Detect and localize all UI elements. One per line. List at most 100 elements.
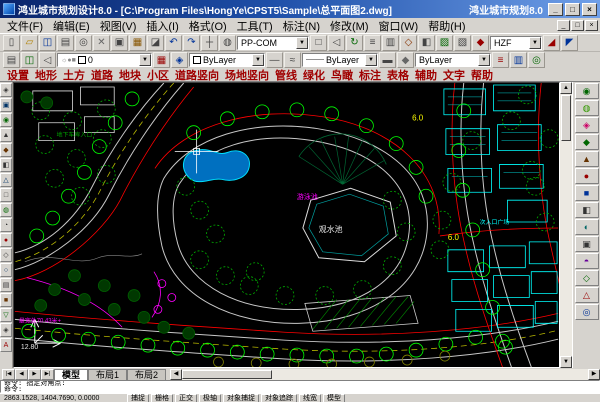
menu-item-4[interactable]: 格式(O) [184, 17, 232, 35]
hy-point-icon[interactable]: ● [0, 233, 12, 247]
palette-quarter-icon[interactable]: ◓ [575, 253, 599, 269]
chevron-down-icon[interactable]: ▼ [252, 54, 264, 66]
hy-north-icon[interactable]: ▲ [0, 128, 12, 142]
undo-icon[interactable]: ↶ [165, 35, 182, 51]
new-icon[interactable]: ▯ [3, 35, 20, 51]
hy-tri-icon[interactable]: ▽ [0, 308, 12, 322]
measure-icon[interactable]: ◧ [418, 35, 435, 51]
chevron-down-icon[interactable]: ▼ [139, 54, 151, 66]
chevron-down-icon[interactable]: ▼ [478, 54, 490, 66]
status-toggle-4[interactable]: 对象捕捉 [223, 394, 259, 402]
scroll-up-icon[interactable]: ▲ [560, 82, 572, 94]
command-window[interactable]: 命令: 指定对角点:命令: [0, 380, 600, 393]
menu-item-5[interactable]: 工具(T) [232, 17, 278, 35]
layer-previous-icon[interactable]: ◁ [39, 52, 56, 68]
menu-item-0[interactable]: 文件(F) [2, 17, 48, 35]
pan-icon[interactable]: ┼ [201, 35, 218, 51]
palette-dot-icon[interactable]: ● [575, 168, 599, 184]
point-style-icon[interactable]: ◆ [472, 35, 489, 51]
layer-combo[interactable]: ☼●■ 0 ▼ [57, 53, 152, 67]
palette-diamond-icon[interactable]: ◇ [575, 270, 599, 286]
hongye-menu-item-13[interactable]: 辅助 [412, 68, 440, 82]
tab-nav-button-0[interactable]: |◀ [2, 369, 15, 380]
hy-circle-icon[interactable]: ◍ [0, 203, 12, 217]
scroll-left-icon[interactable]: ◀ [170, 369, 182, 380]
menu-item-6[interactable]: 标注(N) [278, 17, 325, 35]
print-preview-icon[interactable]: ◎ [75, 35, 92, 51]
hy-arc-icon[interactable]: ◔ [0, 218, 12, 232]
hongye-tool-2-icon[interactable]: ◤ [561, 35, 578, 51]
hy-rect-icon[interactable]: □ [0, 188, 12, 202]
scroll-down-icon[interactable]: ▼ [560, 356, 572, 368]
mdi-restore-button[interactable]: □ [571, 20, 584, 31]
drawing-viewport[interactable]: 游泳池观水池6.06.012.80最宽处70.43米+地下车库入口次入口广场 [13, 82, 560, 368]
lineweight-icon[interactable]: ▬ [379, 52, 396, 68]
tab-布局1[interactable]: 布局1 [88, 369, 127, 380]
mdi-close-button[interactable]: × [585, 20, 598, 31]
linetype-manager-icon[interactable]: — [266, 52, 283, 68]
palette-shrub-icon[interactable]: ◍ [575, 100, 599, 116]
hy-slope-icon[interactable]: △ [0, 173, 12, 187]
hongye-tool-1-icon[interactable]: ◢ [543, 35, 560, 51]
linetype-combo[interactable]: ——— ByLayer ▼ [302, 53, 378, 67]
lineweight-combo[interactable]: ByLayer ▼ [415, 53, 491, 67]
object-color-icon[interactable]: ◈ [171, 52, 188, 68]
menu-item-3[interactable]: 插入(I) [141, 17, 183, 35]
status-toggle-6[interactable]: 线宽 [299, 394, 321, 402]
plot-style-icon[interactable]: ◆ [397, 52, 414, 68]
minimize-button[interactable]: _ [548, 3, 563, 16]
chevron-down-icon[interactable]: ▼ [529, 37, 541, 49]
text-style-combo[interactable]: HZF ▼ [490, 36, 542, 50]
palette-square-icon[interactable]: ■ [575, 185, 599, 201]
menu-item-7[interactable]: 修改(M) [325, 17, 374, 35]
vertical-scroll-thumb[interactable] [561, 95, 571, 141]
osnap-icon[interactable]: ◇ [400, 35, 417, 51]
scroll-right-icon[interactable]: ▶ [588, 369, 600, 380]
palette-flower-icon[interactable]: ◈ [575, 117, 599, 133]
command-style-combo[interactable]: PP-COM ▼ [237, 36, 309, 50]
copy-icon[interactable]: ▣ [111, 35, 128, 51]
hongye-menu-item-10[interactable]: 鸟瞰 [328, 68, 356, 82]
hy-settings-icon[interactable]: ≡ [492, 52, 509, 68]
palette-moon-icon[interactable]: ◐ [575, 219, 599, 235]
restore-button[interactable]: □ [565, 3, 580, 16]
palette-grid-icon[interactable]: ▣ [575, 236, 599, 252]
tab-布局2[interactable]: 布局2 [127, 369, 166, 380]
hy-block-icon[interactable]: ◆ [0, 143, 12, 157]
tab-模型[interactable]: 模型 [54, 369, 88, 380]
tab-nav-button-2[interactable]: ▶ [28, 369, 41, 380]
menu-item-9[interactable]: 帮助(H) [423, 17, 470, 35]
hatch-icon[interactable]: ▨ [436, 35, 453, 51]
tab-nav-button-3[interactable]: ▶| [41, 369, 54, 380]
chevron-down-icon[interactable]: ▼ [365, 54, 377, 66]
vertical-scrollbar[interactable]: ▲ ▼ [560, 82, 572, 368]
hy-diamond-icon[interactable]: ◇ [0, 248, 12, 262]
hongye-menu-item-12[interactable]: 表格 [384, 68, 412, 82]
layer-manager-icon[interactable]: ▤ [3, 52, 20, 68]
palette-target-icon[interactable]: ◎ [575, 304, 599, 320]
hongye-menu-item-2[interactable]: 土方 [60, 68, 88, 82]
properties-icon[interactable]: ≡ [364, 35, 381, 51]
zoom-previous-icon[interactable]: ◁ [328, 35, 345, 51]
menu-item-8[interactable]: 窗口(W) [374, 17, 424, 35]
paste-icon[interactable]: ▦ [129, 35, 146, 51]
status-toggle-3[interactable]: 极轴 [199, 394, 221, 402]
vertical-scroll-track[interactable] [560, 94, 572, 356]
hongye-menu-item-15[interactable]: 帮助 [468, 68, 496, 82]
layers-icon[interactable]: ▥ [382, 35, 399, 51]
chevron-down-icon[interactable]: ▼ [296, 37, 308, 49]
tab-nav-button-1[interactable]: ◀ [15, 369, 28, 380]
hongye-menu-item-11[interactable]: 标注 [356, 68, 384, 82]
hy-tree-icon[interactable]: ◉ [0, 113, 12, 127]
linetype-scale-icon[interactable]: ≈ [284, 52, 301, 68]
status-toggle-2[interactable]: 正交 [175, 394, 197, 402]
palette-plant-icon[interactable]: ◉ [575, 83, 599, 99]
hongye-menu-item-3[interactable]: 道路 [88, 68, 116, 82]
hy-draw-road-icon[interactable]: ◈ [0, 83, 12, 97]
palette-half-icon[interactable]: ◧ [575, 202, 599, 218]
save-icon[interactable]: ◫ [39, 35, 56, 51]
palette-tree-row-icon[interactable]: ◆ [575, 134, 599, 150]
palette-cone-icon[interactable]: ▲ [575, 151, 599, 167]
hongye-menu-item-6[interactable]: 道路竖向 [172, 68, 222, 82]
open-icon[interactable]: ▱ [21, 35, 38, 51]
